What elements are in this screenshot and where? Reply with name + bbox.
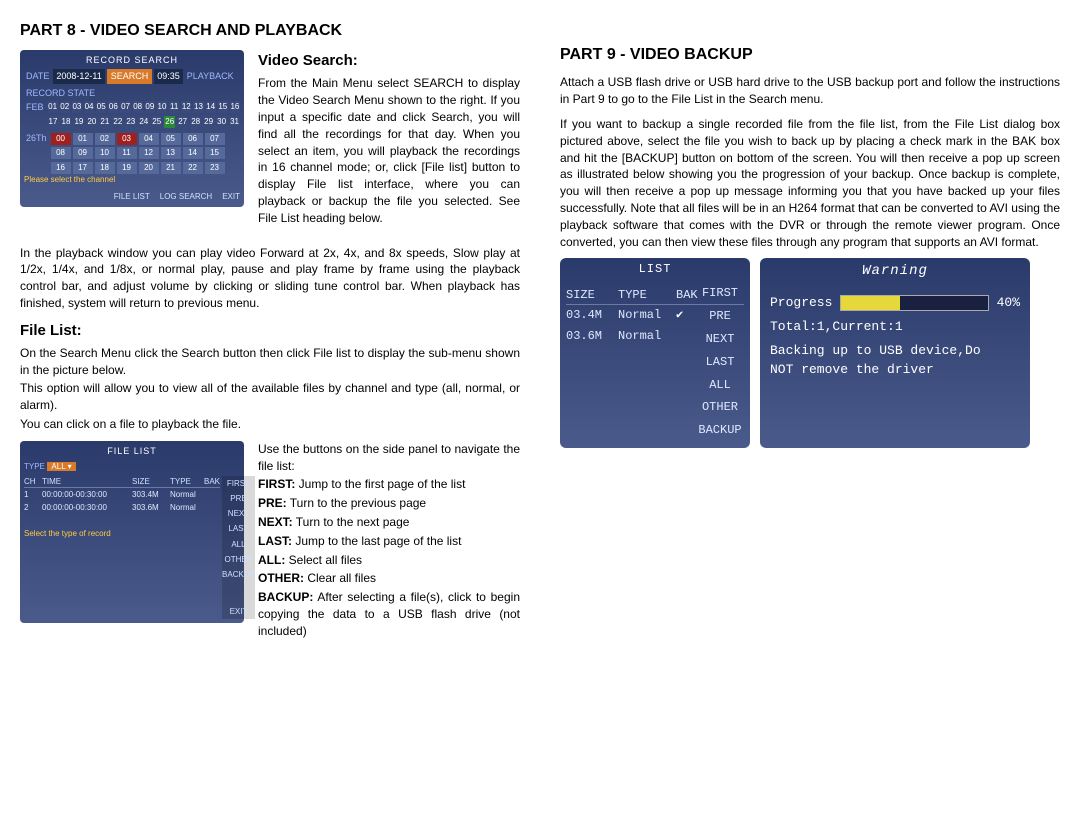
pre-txt: Turn to the previous page: [287, 496, 426, 510]
backup-p1: Attach a USB flash drive or USB hard dri…: [560, 74, 1060, 108]
rs-search-btn: SEARCH: [107, 69, 153, 84]
pre-lbl: PRE:: [258, 496, 287, 510]
part8-heading: PART 8 - VIDEO SEARCH AND PLAYBACK: [20, 20, 520, 42]
fl-title: FILE LIST: [24, 445, 240, 458]
other-txt: Clear all files: [304, 571, 376, 585]
fl-side-buttons: FIRST PRE NEXT LAST ALL OTHER BACKUP EXI…: [222, 476, 255, 620]
backup-warning-screenshot: Warning Progress 40% Total:1,Current:1 B…: [760, 258, 1030, 448]
all-lbl: ALL:: [258, 553, 285, 567]
warn-line2: NOT remove the driver: [770, 361, 1020, 379]
warn-title: Warning: [760, 258, 1030, 286]
fl-type-lbl: TYPE: [24, 462, 45, 471]
backup-lbl: BACKUP:: [258, 590, 313, 604]
video-search-heading: Video Search:: [258, 50, 520, 71]
last-lbl: LAST:: [258, 534, 292, 548]
all-txt: Select all files: [285, 553, 362, 567]
backup-list-screenshot: LIST SIZE TYPE BAK 03.4M Normal ✔ 03.6M: [560, 258, 750, 448]
bl-title: LIST: [560, 258, 750, 281]
last-txt: Jump to the last page of the list: [292, 534, 461, 548]
playback-paragraph: In the playback window you can play vide…: [20, 245, 520, 312]
next-txt: Turn to the next page: [293, 515, 410, 529]
rs-play-lbl: PLAYBACK: [185, 70, 236, 83]
rs-daylbl: 26Th: [24, 132, 49, 145]
rs-month: FEB: [24, 101, 46, 114]
file-list-heading: File List:: [20, 320, 520, 341]
bl-side-buttons: FIRST PRE NEXT LAST ALL OTHER BACKUP: [692, 282, 748, 442]
record-search-screenshot: RECORD SEARCH DATE 2008-12-11 SEARCH 09:…: [20, 50, 244, 206]
total-text: Total:1,Current:1: [770, 318, 1020, 336]
file-list-p1: On the Search Menu click the Search butt…: [20, 345, 520, 379]
first-lbl: FIRST:: [258, 477, 295, 491]
part9-heading: PART 9 - VIDEO BACKUP: [560, 44, 1060, 66]
progress-bar: [840, 295, 988, 311]
video-search-text: From the Main Menu select SEARCH to disp…: [258, 75, 520, 226]
next-lbl: NEXT:: [258, 515, 293, 529]
rs-date-val: 2008-12-11: [53, 69, 104, 84]
rs-time-val: 09:35: [154, 69, 183, 84]
table-row: 2 00:00:00-00:30:00 303.6M Normal: [24, 501, 220, 514]
rs-date-lbl: DATE: [24, 70, 51, 83]
table-row: 1 00:00:00-00:30:00 303.4M Normal: [24, 488, 220, 501]
other-lbl: OTHER:: [258, 571, 304, 585]
file-list-screenshot: FILE LIST TYPE ALL ▾ CH TIME SIZE TYPE B…: [20, 441, 244, 624]
fl-type-val: ALL ▾: [47, 462, 75, 471]
rs-rec-lbl: RECORD STATE: [24, 87, 240, 100]
fl-intro: Use the buttons on the side panel to nav…: [258, 441, 520, 475]
first-txt: Jump to the first page of the list: [295, 477, 465, 491]
file-list-p3: You can click on a file to playback the …: [20, 416, 520, 433]
fl-exit: EXIT: [222, 604, 255, 619]
progress-label: Progress: [770, 294, 832, 312]
file-list-p2: This option will allow you to view all o…: [20, 380, 520, 414]
fl-hint: Select the type of record: [24, 528, 220, 539]
progress-pct: 40%: [997, 294, 1020, 312]
rs-hint: Please select the channel: [24, 174, 240, 185]
warn-line1: Backing up to USB device,Do: [770, 342, 1020, 360]
rs-title: RECORD SEARCH: [24, 54, 240, 67]
backup-p2: If you want to backup a single recorded …: [560, 116, 1060, 250]
